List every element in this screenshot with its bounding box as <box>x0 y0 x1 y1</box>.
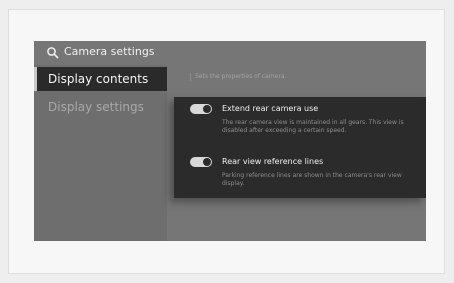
sidebar: Display contents Display settings <box>34 65 167 241</box>
sidebar-item-display-settings[interactable]: Display settings <box>34 95 167 119</box>
option-description: The rear camera view is maintained in al… <box>222 119 404 134</box>
sidebar-item-label: Display settings <box>48 100 144 114</box>
toggle-knob <box>203 105 211 113</box>
extend-rear-camera-toggle[interactable] <box>190 104 212 114</box>
option-title: Extend rear camera use <box>222 104 319 113</box>
page-title: Camera settings <box>64 45 155 58</box>
options-panel: Extend rear camera use The rear camera v… <box>174 97 426 198</box>
screen-header: Camera settings <box>34 41 426 65</box>
sidebar-item-label: Display contents <box>48 72 149 86</box>
search-icon[interactable] <box>46 46 60 60</box>
option-description: Parking reference lines are shown in the… <box>222 172 402 187</box>
sidebar-item-display-contents[interactable]: Display contents <box>34 67 167 91</box>
option-title: Rear view reference lines <box>222 157 324 166</box>
reference-lines-toggle[interactable] <box>190 157 212 167</box>
toggle-knob <box>203 158 211 166</box>
infotainment-screen: Camera settings Display contents Display… <box>34 41 426 241</box>
section-hint: Sets the properties of camera. <box>190 73 286 81</box>
